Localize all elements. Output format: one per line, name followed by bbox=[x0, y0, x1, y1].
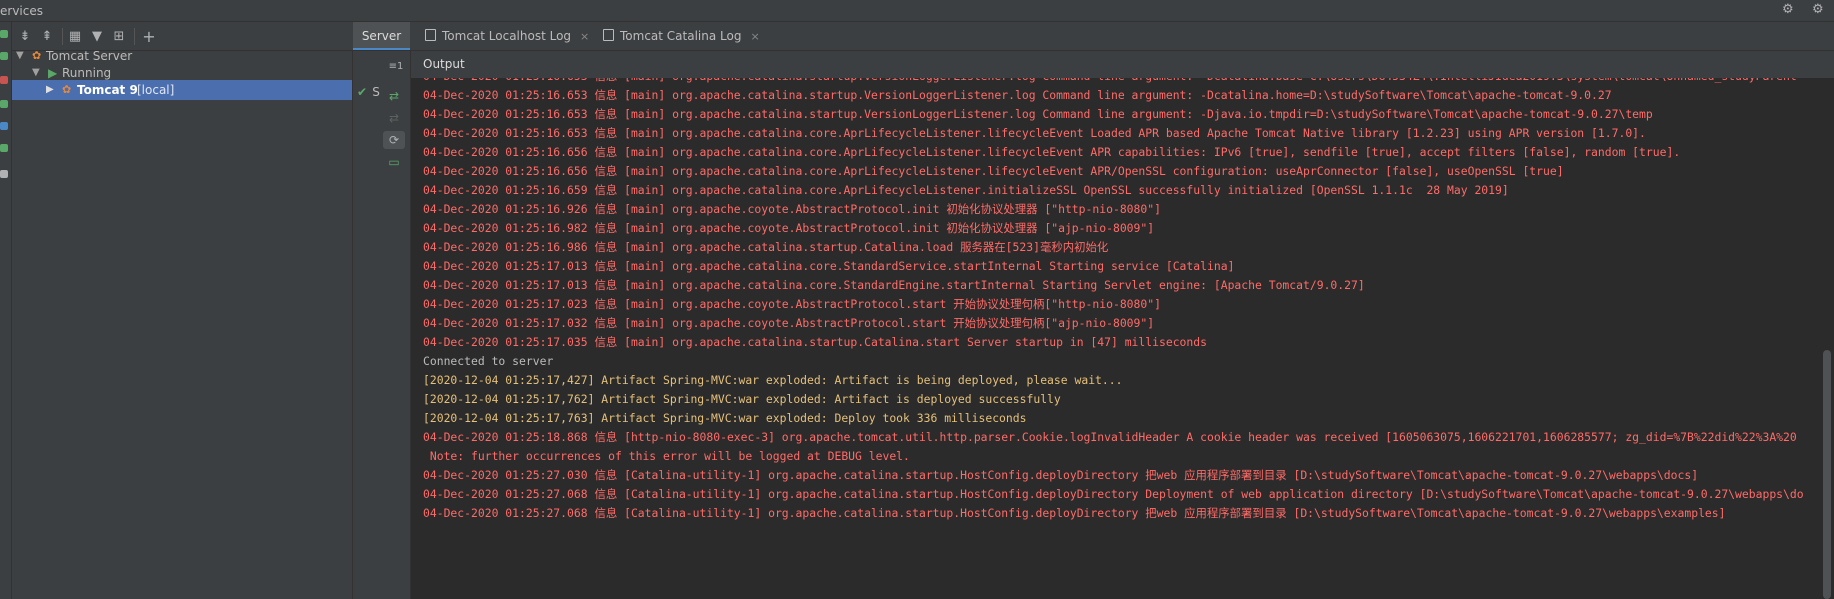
redeploy-icon[interactable]: ▭ bbox=[385, 153, 403, 171]
output-header: Output bbox=[353, 51, 1834, 78]
undeploy-icon[interactable]: ⇄ bbox=[385, 109, 403, 127]
log-line: Connected to server bbox=[423, 354, 554, 368]
log-line: 04-Dec-2020 01:25:27.068 信息 [Catalina-ut… bbox=[423, 487, 1804, 501]
settings-gear-icon[interactable]: ⚙ bbox=[1782, 3, 1794, 17]
server-actions-gutter: ≡1 ✔ S ⇄ ⇄ ⟳ ▭ bbox=[353, 51, 411, 599]
update-icon[interactable]: ⟳ bbox=[383, 131, 405, 149]
log-line: 04-Dec-2020 01:25:17.023 信息 [main] org.a… bbox=[423, 297, 1161, 311]
status-label: S bbox=[372, 85, 380, 99]
log-line: 04-Dec-2020 01:25:17.032 信息 [main] org.a… bbox=[423, 316, 1155, 330]
log-line: 04-Dec-2020 01:25:16.653 信息 [main] org.a… bbox=[423, 78, 1797, 86]
settings-icon[interactable] bbox=[0, 122, 8, 130]
tomcat-icon: ✿ bbox=[62, 83, 72, 96]
log-line: Note: further occurrences of this error … bbox=[423, 449, 910, 463]
collapse-all-icon[interactable]: ⇞ bbox=[38, 28, 56, 46]
tab-tomcat-catalina-log[interactable]: Tomcat Catalina Log × bbox=[603, 22, 760, 50]
log-line: 04-Dec-2020 01:25:17.013 信息 [main] org.a… bbox=[423, 278, 1365, 292]
layout-icon[interactable] bbox=[0, 170, 8, 178]
left-tool-strip bbox=[0, 22, 12, 599]
stop-icon[interactable] bbox=[0, 76, 8, 84]
log-line: 04-Dec-2020 01:25:17.035 信息 [main] org.a… bbox=[423, 335, 1207, 349]
collapse-arrow-icon[interactable]: ▶ bbox=[46, 80, 54, 100]
log-file-icon bbox=[425, 29, 436, 41]
log-line: [2020-12-04 01:25:17,762] Artifact Sprin… bbox=[423, 392, 1061, 406]
tree-item-label: Tomcat 9 bbox=[77, 83, 138, 97]
filter-icon[interactable]: ▼ bbox=[88, 28, 106, 46]
title-bar: ervices ⚙ ⚙ bbox=[0, 0, 1834, 22]
group-by-icon[interactable]: ▦ bbox=[66, 28, 84, 46]
output-label: Output bbox=[423, 57, 465, 71]
log-line: 04-Dec-2020 01:25:18.868 信息 [http-nio-80… bbox=[423, 430, 1797, 444]
tab-close-icon[interactable]: × bbox=[750, 30, 759, 43]
deploy-icon[interactable] bbox=[0, 100, 8, 108]
log-line: 04-Dec-2020 01:25:16.656 信息 [main] org.a… bbox=[423, 164, 1564, 178]
expand-all-icon[interactable]: ⇟ bbox=[16, 28, 34, 46]
log-line: 04-Dec-2020 01:25:17.013 信息 [main] org.a… bbox=[423, 259, 1235, 273]
tab-server[interactable]: Server bbox=[353, 22, 410, 50]
output-menu-icon[interactable]: ≡1 bbox=[381, 58, 411, 76]
tab-label: Tomcat Localhost Log bbox=[442, 29, 572, 43]
tab-tomcat-localhost-log[interactable]: Tomcat Localhost Log × bbox=[425, 22, 589, 50]
log-line: 04-Dec-2020 01:25:16.982 信息 [main] org.a… bbox=[423, 221, 1155, 235]
console-output[interactable]: 04-Dec-2020 01:25:16.653 信息 [main] org.a… bbox=[411, 78, 1834, 599]
log-line: [2020-12-04 01:25:17,763] Artifact Sprin… bbox=[423, 411, 1027, 425]
log-line: 04-Dec-2020 01:25:16.653 信息 [main] org.a… bbox=[423, 88, 1612, 102]
add-icon[interactable]: + bbox=[140, 28, 158, 46]
toolbar-separator bbox=[62, 28, 63, 45]
log-line: 04-Dec-2020 01:25:16.659 信息 [main] org.a… bbox=[423, 183, 1509, 197]
deploy-artifact-icon[interactable]: ⇄ bbox=[385, 87, 403, 105]
hide-icon[interactable]: ⚙ bbox=[1812, 3, 1824, 17]
new-service-icon[interactable]: ⊞ bbox=[110, 28, 128, 46]
services-tree: ▼ ✿ Tomcat Server ▼ ▶ Running ▶ ✿ Tomcat… bbox=[12, 49, 353, 599]
tab-bar: Server Tomcat Localhost Log × Tomcat Cata… bbox=[353, 22, 1834, 51]
log-line: 04-Dec-2020 01:25:27.068 信息 [Catalina-ut… bbox=[423, 506, 1726, 520]
tab-label: Server bbox=[361, 29, 402, 43]
window-title: ervices bbox=[0, 4, 43, 18]
log-line: 04-Dec-2020 01:25:16.986 信息 [main] org.a… bbox=[423, 240, 1109, 254]
toolbar-separator bbox=[134, 28, 135, 45]
log-line: 04-Dec-2020 01:25:16.653 信息 [main] org.a… bbox=[423, 126, 1646, 140]
tab-label: Tomcat Catalina Log bbox=[620, 29, 742, 43]
log-line: 04-Dec-2020 01:25:16.653 信息 [main] org.a… bbox=[423, 107, 1653, 121]
log-line: 04-Dec-2020 01:25:16.656 信息 [main] org.a… bbox=[423, 145, 1681, 159]
run-icon[interactable] bbox=[0, 30, 8, 38]
refresh-icon[interactable] bbox=[0, 144, 8, 152]
tree-item-tomcat-9[interactable]: ▶ ✿ Tomcat 9 [local] bbox=[12, 80, 352, 100]
log-line: 04-Dec-2020 01:25:16.926 信息 [main] org.a… bbox=[423, 202, 1161, 216]
tab-close-icon[interactable]: × bbox=[580, 30, 589, 43]
debug-icon[interactable] bbox=[0, 52, 8, 60]
console-scrollbar[interactable] bbox=[1823, 350, 1831, 599]
log-line: [2020-12-04 01:25:17,427] Artifact Sprin… bbox=[423, 373, 1123, 387]
log-line: 04-Dec-2020 01:25:27.030 信息 [Catalina-ut… bbox=[423, 468, 1699, 482]
log-file-icon bbox=[603, 29, 614, 41]
tree-item-suffix: [local] bbox=[137, 83, 175, 97]
